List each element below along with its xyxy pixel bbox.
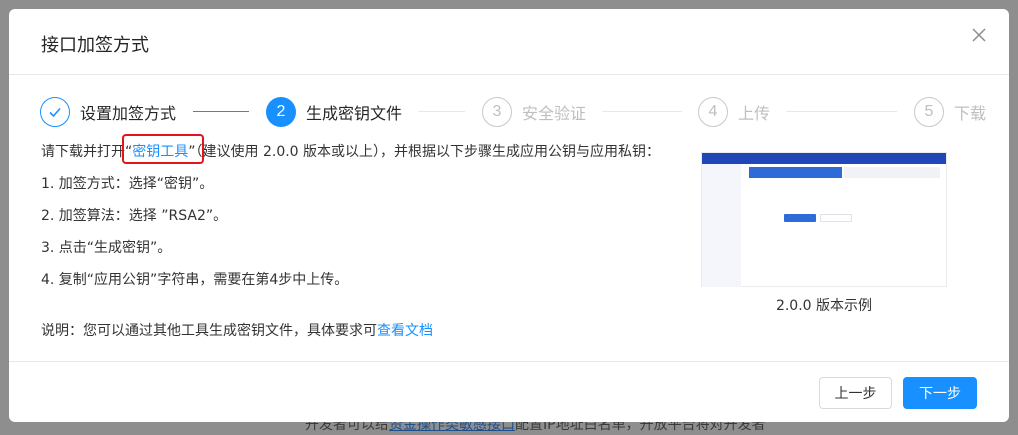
intro-suffix: ”（建议使用 2.0.0 版本或以上），并根据以下步骤生成应用公钥与应用私钥： xyxy=(188,144,661,160)
step-connector-4 xyxy=(786,111,897,112)
step4-text: 4. 复制“应用公钥”字符串，需要在第4步中上传。 xyxy=(41,272,349,288)
step-connector-1 xyxy=(193,111,249,112)
step-3-label: 安全验证 xyxy=(522,104,587,123)
step-1: 设置加签方式 xyxy=(40,94,176,130)
step-4-number: 4 xyxy=(698,97,728,127)
intro-prefix: 请下载并打开“ xyxy=(41,144,133,160)
check-icon xyxy=(49,107,61,118)
step-connector-2 xyxy=(418,111,465,112)
preview-tab xyxy=(844,167,940,178)
prev-step-button[interactable]: 上一步 xyxy=(819,377,892,409)
preview-button xyxy=(820,214,852,222)
preview-button-primary xyxy=(784,214,816,222)
step-5: 5 下载 xyxy=(914,94,986,130)
step-3: 3 安全验证 xyxy=(482,94,586,130)
preview-tab-active xyxy=(749,167,842,178)
step2-text: 2. 加签算法：选择 ”RSA2”。 xyxy=(41,208,228,224)
step-4: 4 上传 xyxy=(698,94,770,130)
step-4-label: 上传 xyxy=(738,104,771,123)
key-tool-screenshot xyxy=(701,152,947,287)
step-3-number: 3 xyxy=(482,97,512,127)
step-2: 2 生成密钥文件 xyxy=(266,94,402,130)
step1-text: 1. 加签方式：选择“密钥”。 xyxy=(41,176,214,192)
steps-bar: 设置加签方式 2 生成密钥文件 3 安全验证 4 上传 5 下载 xyxy=(40,94,986,130)
close-icon xyxy=(972,28,986,42)
step-connector-3 xyxy=(602,111,682,112)
step-2-label: 生成密钥文件 xyxy=(306,104,403,123)
modal-header: 接口加签方式 xyxy=(9,9,1009,75)
step-5-label: 下载 xyxy=(954,104,987,123)
preview-sidebar xyxy=(702,164,741,287)
highlight-box xyxy=(122,134,204,164)
step-1-label: 设置加签方式 xyxy=(80,104,177,123)
view-docs-link[interactable]: 查看文档 xyxy=(377,323,433,339)
step3-text: 3. 点击“生成密钥”。 xyxy=(41,240,172,256)
close-button[interactable] xyxy=(969,25,989,45)
modal-footer: 上一步 下一步 xyxy=(9,361,1009,422)
next-step-button[interactable]: 下一步 xyxy=(903,377,977,409)
step-5-number: 5 xyxy=(914,97,944,127)
modal-title: 接口加签方式 xyxy=(41,35,149,56)
step-2-number: 2 xyxy=(266,97,296,127)
note-line: 说明：您可以通过其他工具生成密钥文件，具体要求可查看文档 xyxy=(41,320,433,340)
preview-caption: 2.0.0 版本示例 xyxy=(775,298,873,314)
preview-titlebar xyxy=(702,153,946,164)
sign-method-modal: 接口加签方式 设置加签方式 2 生成密钥文件 3 安全验证 4 上传 5 下载 … xyxy=(9,9,1009,422)
step-1-check xyxy=(40,97,70,127)
note-prefix: 说明：您可以通过其他工具生成密钥文件，具体要求可 xyxy=(41,323,377,339)
